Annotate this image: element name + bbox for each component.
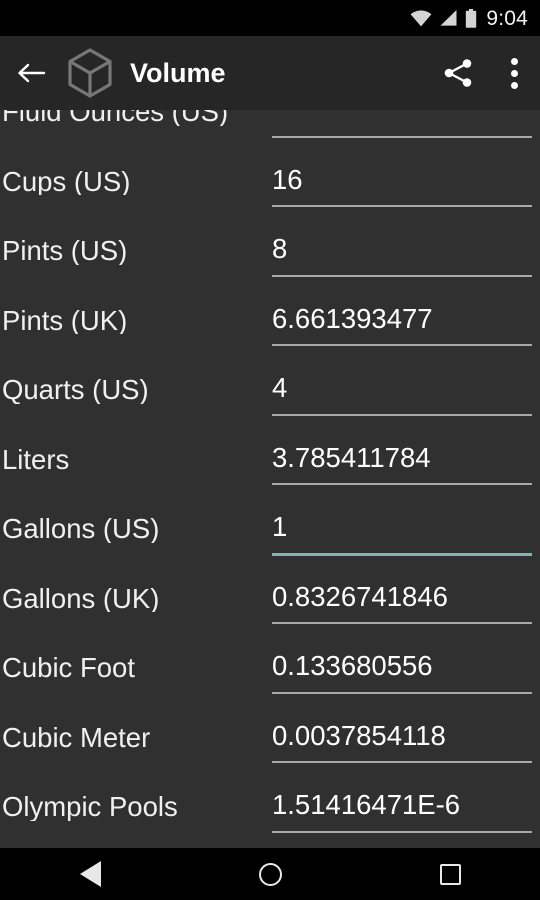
value-field[interactable]: 3.785411784 [272, 424, 532, 494]
cube-icon [68, 48, 112, 98]
field-underline [272, 622, 532, 624]
value-field[interactable]: 1.51416471E-6 [272, 771, 532, 841]
status-bar-clock: 9:04 [486, 6, 528, 30]
unit-label: Gallons (UK) [2, 582, 160, 612]
value-field[interactable]: 4 [272, 354, 532, 424]
app-toolbar: Volume [0, 36, 540, 110]
value-text: 4 [272, 372, 288, 403]
value-field[interactable]: 1 [272, 493, 532, 563]
unit-label: Quarts (US) [2, 374, 149, 404]
status-bar: 9:04 [0, 0, 540, 36]
back-button[interactable] [0, 36, 62, 110]
unit-label: Liters [2, 443, 70, 473]
page-title: Volume [130, 57, 226, 88]
nav-home-button[interactable] [180, 848, 360, 900]
value-text: 0.0037854118 [272, 719, 446, 751]
value-text: 1 [272, 511, 288, 542]
value-text: 0.133680556 [272, 650, 433, 681]
unit-label: Pints (UK) [2, 304, 128, 334]
value-text: 8 [272, 233, 288, 264]
value-field[interactable]: 0.133680556 [272, 632, 532, 702]
recents-square-icon [439, 863, 461, 885]
unit-label: Fluid Ounces (US) [2, 110, 229, 126]
value-field[interactable]: 0.0037854118 [272, 702, 532, 772]
cube-logo [62, 36, 118, 110]
field-underline [272, 274, 532, 277]
conversion-list[interactable]: Fluid Ounces (US) Cups (US) 16 Pints (US) 8 P… [0, 110, 540, 848]
value-text: 0.8326741846 [272, 580, 448, 612]
field-underline [272, 761, 532, 763]
status-bar-icons [410, 8, 477, 28]
value-field[interactable]: 0.8326741846 [272, 563, 532, 633]
field-underline [272, 413, 532, 416]
share-button[interactable] [428, 36, 488, 110]
conversion-row[interactable]: Gallons (UK) 0.8326741846 [0, 563, 540, 633]
android-nav-bar [0, 848, 540, 900]
conversion-row[interactable]: Pints (US) 8 [0, 215, 540, 285]
nav-back-button[interactable] [0, 848, 180, 900]
overflow-menu-button[interactable] [488, 36, 540, 110]
nav-recents-button[interactable] [360, 848, 540, 900]
field-underline [272, 830, 532, 833]
conversion-list-inner: Fluid Ounces (US) Cups (US) 16 Pints (US) 8 P… [0, 110, 540, 841]
conversion-row[interactable]: Cubic Meter 0.0037854118 [0, 702, 540, 772]
field-underline [272, 205, 532, 207]
share-icon [444, 59, 472, 87]
unit-label: Gallons (US) [2, 513, 160, 543]
value-field[interactable]: 8 [272, 215, 532, 285]
conversion-row[interactable]: Cubic Foot 0.133680556 [0, 632, 540, 702]
back-triangle-icon [79, 861, 101, 887]
value-field[interactable]: 16 [272, 146, 532, 216]
conversion-row[interactable]: Cups (US) 16 [0, 146, 540, 216]
unit-label: Cubic Meter [2, 721, 151, 751]
conversion-row[interactable]: Pints (UK) 6.661393477 [0, 285, 540, 355]
wifi-icon [410, 10, 432, 27]
value-text: 1.51416471E-6 [272, 789, 461, 820]
more-options-icon [510, 57, 518, 89]
battery-icon [466, 8, 477, 28]
field-underline [272, 552, 532, 556]
cell-signal-icon [440, 10, 457, 26]
conversion-row[interactable]: Gallons (US) 1 [0, 493, 540, 563]
value-text: 6.661393477 [272, 302, 433, 334]
value-field[interactable] [272, 110, 532, 146]
field-underline [272, 691, 532, 694]
unit-label: Cups (US) [2, 165, 131, 195]
conversion-row[interactable]: Fluid Ounces (US) [0, 110, 540, 146]
value-text: 3.785411784 [272, 441, 431, 473]
unit-label: Pints (US) [2, 235, 128, 265]
conversion-row[interactable]: Quarts (US) 4 [0, 354, 540, 424]
value-field[interactable]: 6.661393477 [272, 285, 532, 355]
home-circle-icon [258, 862, 282, 886]
conversion-row[interactable]: Olympic Pools 1.51416471E-6 [0, 771, 540, 841]
conversion-row[interactable]: Liters 3.785411784 [0, 424, 540, 494]
field-underline [272, 344, 532, 346]
app-root: 9:04 Volume Fluid Ounces (US) Cups (US) … [0, 0, 540, 900]
back-arrow-icon [18, 63, 46, 83]
field-underline [272, 135, 532, 138]
unit-label: Olympic Pools [2, 791, 178, 821]
value-text: 16 [272, 163, 303, 195]
field-underline [272, 483, 532, 485]
unit-label: Cubic Foot [2, 652, 135, 682]
